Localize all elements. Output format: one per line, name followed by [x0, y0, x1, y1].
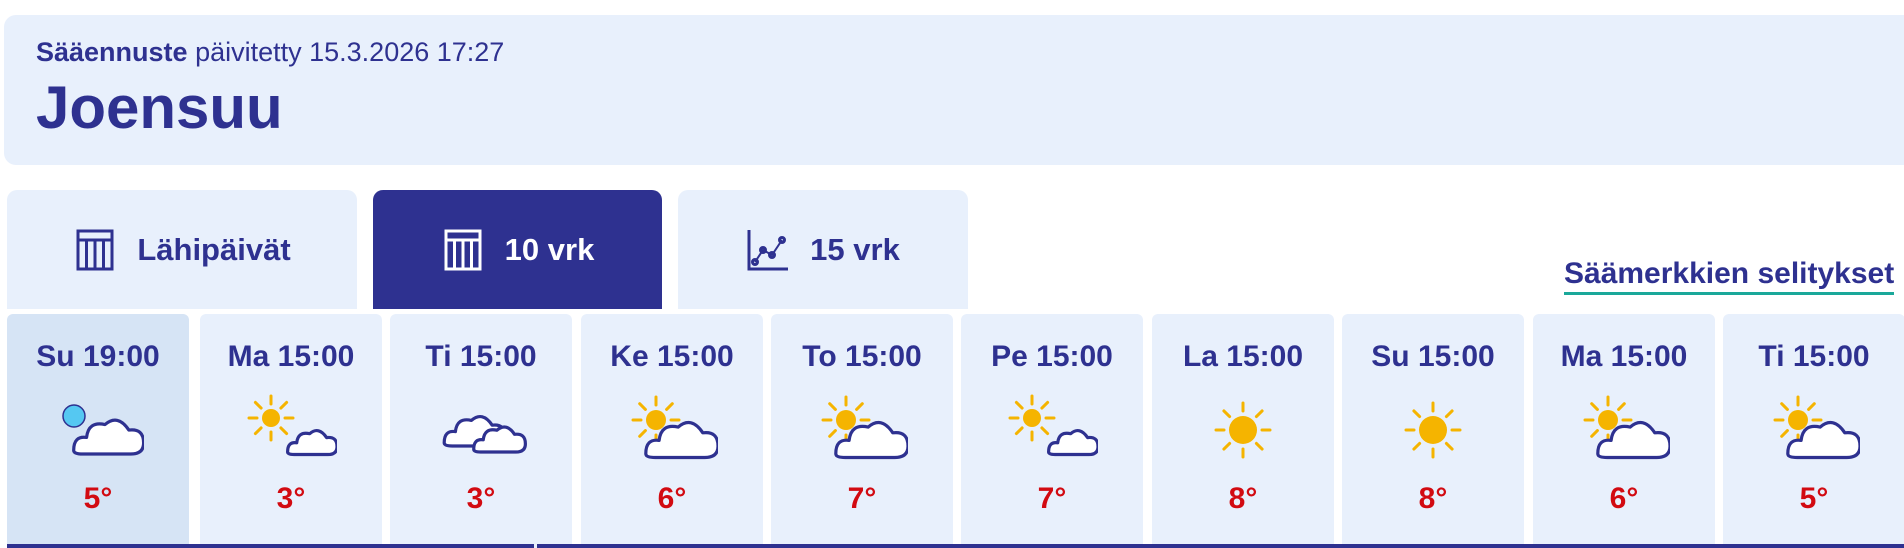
- sun-small-cloud-icon: [245, 394, 339, 466]
- forecast-day[interactable]: La 15:00 8°: [1152, 314, 1334, 548]
- forecast-time: Ma 15:00: [1560, 340, 1688, 373]
- tab-10-vrk[interactable]: 10 vrk: [373, 190, 662, 309]
- forecast-temperature: 6°: [657, 482, 687, 515]
- sunny-icon: [1197, 394, 1289, 466]
- weather-symbols-legend-link[interactable]: Säämerkkien selitykset: [1564, 257, 1895, 295]
- forecast-day[interactable]: Ti 15:00 3°: [390, 314, 572, 548]
- night-partly-cloudy-icon: [52, 394, 146, 466]
- cloudy-icon: [435, 394, 527, 466]
- forecast-time: La 15:00: [1182, 340, 1304, 373]
- partly-cloudy-icon: [1578, 394, 1672, 466]
- forecast-time: Ti 15:00: [425, 340, 537, 373]
- forecast-temperature: 5°: [1799, 482, 1829, 515]
- forecast-day[interactable]: Ti 15:00 5°: [1723, 314, 1904, 548]
- forecast-time: Ma 15:00: [227, 340, 355, 373]
- line-chart-icon: [746, 228, 790, 272]
- forecast-day[interactable]: Su 15:00 8°: [1342, 314, 1524, 548]
- forecast-temperature: 8°: [1228, 482, 1258, 515]
- sunny-icon: [1387, 394, 1479, 466]
- city-name: Joensuu: [36, 74, 283, 141]
- forecast-header: Sääennuste päivitetty 15.3.2026 17:27 Jo…: [4, 15, 1904, 165]
- sun-small-cloud-icon: [1006, 394, 1100, 466]
- updated-timestamp: päivitetty 15.3.2026 17:27: [195, 37, 505, 67]
- partly-cloudy-icon: [816, 394, 910, 466]
- table-icon: [73, 228, 117, 272]
- tab-label: 15 vrk: [810, 231, 900, 267]
- forecast-time: To 15:00: [802, 340, 922, 373]
- tab-label: Lähipäivät: [137, 231, 291, 267]
- forecast-day[interactable]: Pe 15:00 7°: [961, 314, 1143, 548]
- tab-lahipaivat[interactable]: Lähipäivät: [7, 190, 357, 309]
- forecast-day[interactable]: Ma 15:00 6°: [1533, 314, 1715, 548]
- forecast-temperature: 3°: [276, 482, 306, 515]
- forecast-temperature: 6°: [1609, 482, 1639, 515]
- forecast-time: Pe 15:00: [991, 340, 1113, 373]
- forecast-day[interactable]: To 15:00 7°: [771, 314, 953, 548]
- tab-15-vrk[interactable]: 15 vrk: [678, 190, 968, 309]
- forecast-temperature: 3°: [466, 482, 496, 515]
- forecast-temperature: 7°: [847, 482, 877, 515]
- table-icon: [441, 228, 485, 272]
- forecast-day[interactable]: Ke 15:00 6°: [581, 314, 763, 548]
- forecast-updated-line: Sääennuste päivitetty 15.3.2026 17:27: [36, 37, 504, 68]
- forecast-temperature: 7°: [1037, 482, 1067, 515]
- divider-line: [537, 544, 1904, 548]
- forecast-time: Su 19:00: [36, 340, 160, 373]
- forecast-temperature: 8°: [1418, 482, 1448, 515]
- forecast-label: Sääennuste: [36, 37, 188, 67]
- forecast-time: Su 15:00: [1371, 340, 1495, 373]
- partly-cloudy-icon: [1768, 394, 1862, 466]
- tab-label: 10 vrk: [504, 231, 595, 267]
- divider-line: [7, 544, 534, 548]
- forecast-time: Ti 15:00: [1758, 340, 1870, 373]
- forecast-temperature: 5°: [83, 482, 113, 515]
- partly-cloudy-icon: [626, 394, 720, 466]
- forecast-day[interactable]: Su 19:00 5°: [7, 314, 189, 548]
- forecast-time: Ke 15:00: [610, 340, 734, 373]
- forecast-day[interactable]: Ma 15:00 3°: [200, 314, 382, 548]
